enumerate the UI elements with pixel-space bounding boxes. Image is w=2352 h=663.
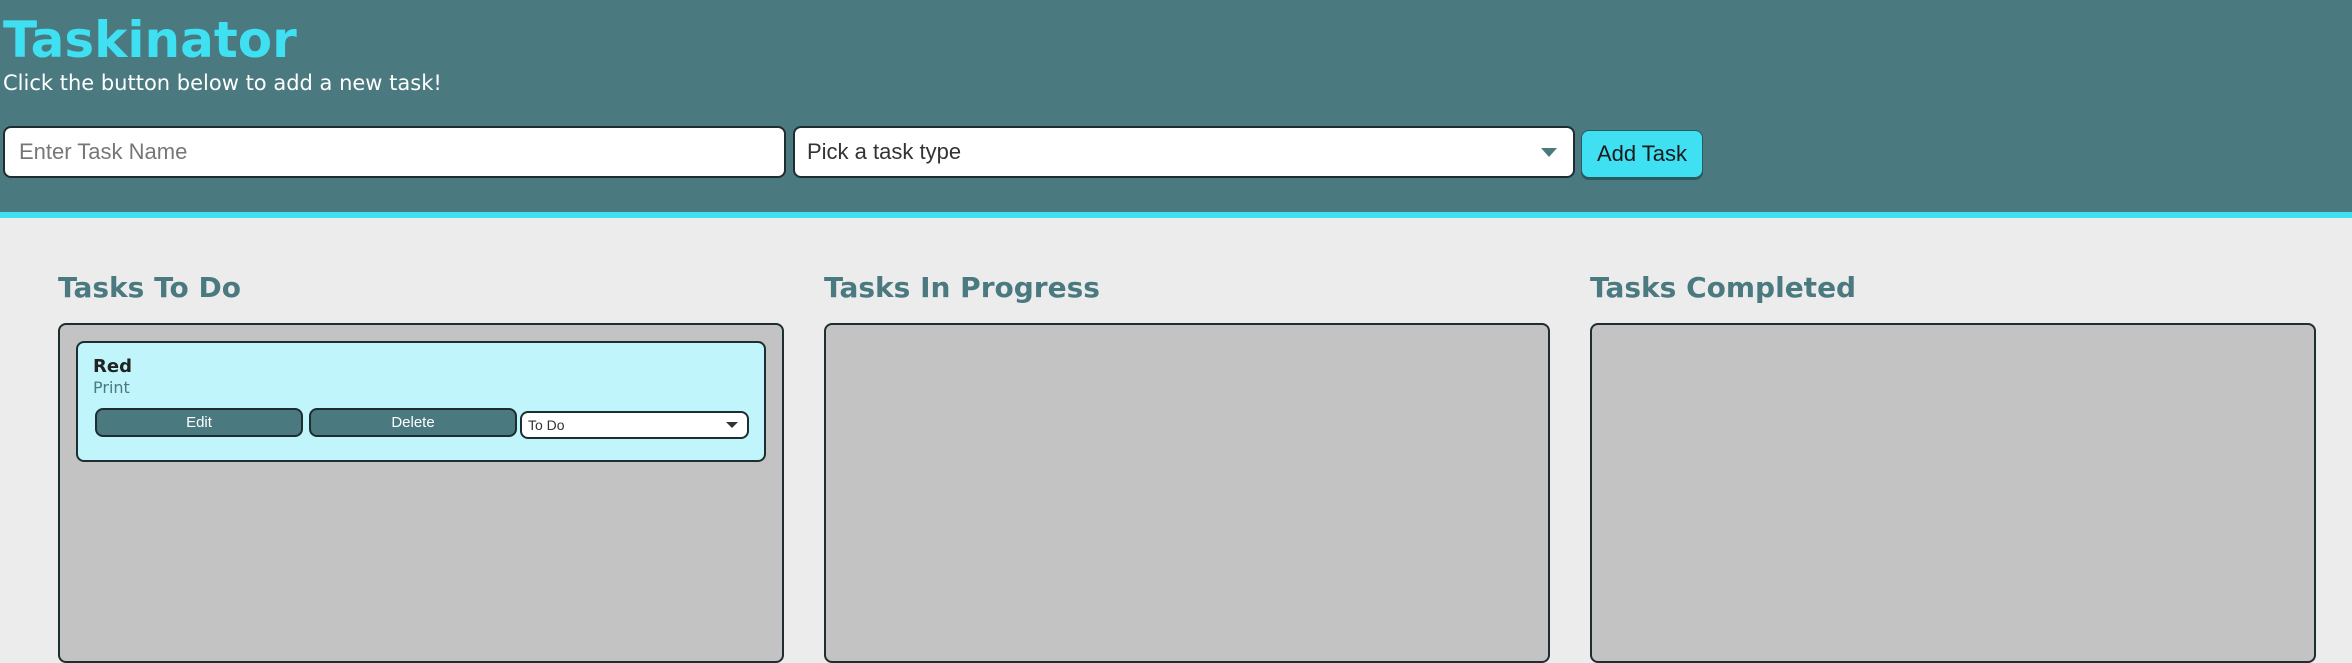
page-header: Taskinator Click the button below to add… <box>0 0 2352 218</box>
task-status-selected-value: To Do <box>528 417 565 433</box>
column-title-to-do: Tasks To Do <box>58 271 241 304</box>
add-task-button[interactable]: Add Task <box>1581 130 1703 178</box>
tasks-completed-list[interactable] <box>1590 323 2316 663</box>
task-card[interactable]: Red Print Edit Delete To Do <box>76 341 766 462</box>
tasks-to-do-list[interactable]: Red Print Edit Delete To Do <box>58 323 784 663</box>
chevron-down-icon <box>726 422 738 428</box>
delete-task-button[interactable]: Delete <box>309 408 517 437</box>
edit-task-button[interactable]: Edit <box>95 408 303 437</box>
app-title: Taskinator <box>3 11 297 69</box>
column-title-completed: Tasks Completed <box>1590 271 1857 304</box>
header-subtitle: Click the button below to add a new task… <box>3 71 442 95</box>
task-name-input[interactable] <box>3 126 786 178</box>
task-type: Print <box>93 378 130 397</box>
task-type-selected-value: Pick a task type <box>807 139 962 164</box>
task-status-select[interactable]: To Do <box>520 411 749 439</box>
chevron-down-icon <box>1541 147 1557 157</box>
column-title-in-progress: Tasks In Progress <box>824 271 1100 304</box>
task-type-select[interactable]: Pick a task type <box>793 126 1575 178</box>
tasks-in-progress-list[interactable] <box>824 323 1550 663</box>
task-name: Red <box>93 356 132 377</box>
